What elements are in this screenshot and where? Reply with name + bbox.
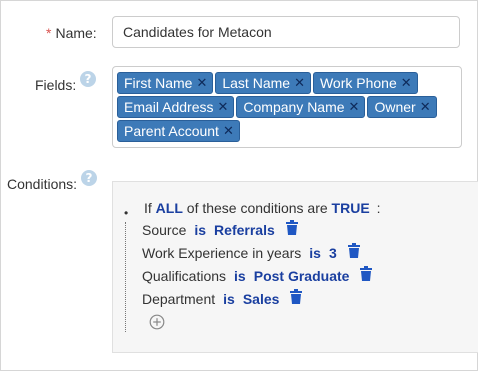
fields-multiselect[interactable]: First Name ✕ Last Name ✕ Work Phone ✕ Email Ad… bbox=[112, 66, 462, 148]
plus-circle-icon[interactable] bbox=[149, 314, 165, 330]
field-tag-label: First Name bbox=[124, 75, 193, 91]
condition-row: Source is Referrals bbox=[142, 220, 299, 238]
name-input[interactable]: Candidates for Metacon bbox=[112, 16, 460, 48]
field-tag: First Name ✕ bbox=[117, 72, 214, 94]
condition-row: Work Experience in years is 3 bbox=[142, 243, 361, 261]
trash-icon[interactable] bbox=[289, 289, 303, 305]
selected-fields-list: First Name ✕ Last Name ✕ Work Phone ✕ Email Ad… bbox=[117, 72, 457, 142]
condition-field[interactable]: Source bbox=[142, 222, 186, 238]
question-icon[interactable]: ? bbox=[80, 71, 96, 87]
remove-tag-icon[interactable]: ✕ bbox=[223, 125, 234, 138]
name-label: * Name: bbox=[46, 25, 97, 41]
header-middle: of these conditions are bbox=[186, 200, 328, 216]
condition-operator[interactable]: is bbox=[234, 268, 246, 284]
field-tag: Company Name ✕ bbox=[236, 96, 366, 118]
remove-tag-icon[interactable]: ✕ bbox=[401, 77, 412, 90]
condition-operator[interactable]: is bbox=[223, 291, 235, 307]
trash-icon[interactable] bbox=[359, 266, 373, 282]
condition-operator[interactable]: is bbox=[309, 245, 321, 261]
field-tag-label: Company Name bbox=[243, 99, 345, 115]
condition-tree-line bbox=[125, 222, 126, 332]
field-tag-label: Work Phone bbox=[319, 75, 397, 91]
field-tag: Email Address ✕ bbox=[117, 96, 235, 118]
condition-group-bullet: • bbox=[124, 206, 129, 220]
condition-field[interactable]: Department bbox=[142, 291, 215, 307]
trash-icon[interactable] bbox=[285, 220, 299, 236]
remove-tag-icon[interactable]: ✕ bbox=[420, 101, 431, 114]
condition-field[interactable]: Qualifications bbox=[142, 268, 226, 284]
field-tag-label: Owner bbox=[374, 99, 416, 115]
field-tag: Parent Account ✕ bbox=[117, 120, 240, 142]
condition-value[interactable]: Sales bbox=[243, 291, 280, 307]
remove-tag-icon[interactable]: ✕ bbox=[217, 101, 228, 114]
condition-group-header: If ALL of these conditions are TRUE : bbox=[144, 200, 380, 216]
question-icon[interactable]: ? bbox=[81, 170, 97, 186]
condition-operator[interactable]: is bbox=[194, 222, 206, 238]
condition-value[interactable]: 3 bbox=[329, 245, 337, 261]
field-tag-label: Parent Account bbox=[124, 123, 219, 139]
condition-row: Qualifications is Post Graduate bbox=[142, 266, 373, 284]
truth-value-toggle[interactable]: TRUE bbox=[332, 200, 370, 216]
field-tag: Last Name ✕ bbox=[215, 72, 311, 94]
condition-field[interactable]: Work Experience in years bbox=[142, 245, 301, 261]
remove-tag-icon[interactable]: ✕ bbox=[294, 77, 305, 90]
trash-icon[interactable] bbox=[347, 243, 361, 259]
fields-label: Fields: bbox=[35, 77, 77, 93]
header-suffix: : bbox=[376, 200, 381, 216]
header-prefix: If bbox=[144, 200, 152, 216]
field-tag: Work Phone ✕ bbox=[312, 72, 418, 94]
condition-value[interactable]: Post Graduate bbox=[254, 268, 350, 284]
remove-tag-icon[interactable]: ✕ bbox=[349, 101, 360, 114]
match-mode-toggle[interactable]: ALL bbox=[156, 200, 183, 216]
remove-tag-icon[interactable]: ✕ bbox=[196, 77, 207, 90]
field-tag: Owner ✕ bbox=[367, 96, 437, 118]
condition-value[interactable]: Referrals bbox=[214, 222, 275, 238]
required-marker: * bbox=[46, 25, 52, 41]
condition-row: Department is Sales bbox=[142, 289, 303, 307]
field-tag-label: Last Name bbox=[222, 75, 291, 91]
field-tag-label: Email Address bbox=[124, 99, 214, 115]
conditions-label: Conditions: bbox=[7, 176, 78, 192]
